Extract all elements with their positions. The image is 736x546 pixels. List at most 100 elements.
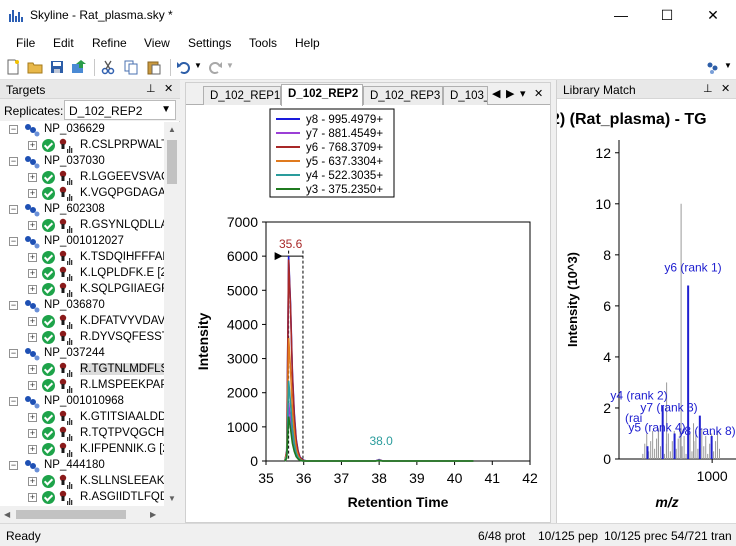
redo-dropdown-icon[interactable]: ▼ (226, 61, 234, 70)
protein-node[interactable]: − NP_001012027 (0, 234, 164, 250)
tab-close-icon[interactable]: ✕ (534, 87, 543, 100)
collapse-icon[interactable]: − (9, 349, 18, 358)
menu-help[interactable]: Help (295, 36, 320, 50)
targets-horizontal-scrollbar[interactable]: ◀ ▶ (0, 506, 180, 523)
legend-item[interactable]: y8 - 995.4979+ (306, 114, 383, 126)
peptide-node[interactable]: + K.DFATVYVDAV (0, 314, 164, 330)
expand-icon[interactable]: + (28, 173, 37, 182)
protein-node[interactable]: − NP_444180 (0, 458, 164, 474)
protein-node[interactable]: − NP_001010968 (0, 394, 164, 410)
cut-icon[interactable] (100, 59, 116, 75)
legend-item[interactable]: y7 - 881.4549+ (306, 128, 383, 140)
collapse-icon[interactable]: − (9, 205, 18, 214)
tab-scroll-left-icon[interactable]: ◀ (492, 87, 500, 100)
expand-icon[interactable]: + (28, 445, 37, 454)
legend-item[interactable]: y5 - 637.3304+ (306, 156, 383, 168)
save-icon[interactable] (49, 59, 65, 75)
scroll-up-icon[interactable]: ▲ (168, 125, 176, 134)
collapse-icon[interactable]: − (9, 461, 18, 470)
close-icon[interactable]: ✕ (721, 82, 730, 95)
legend-item[interactable]: y4 - 522.3035+ (306, 170, 383, 182)
peptide-node[interactable]: + K.IFPENNIK.G [2 (0, 442, 164, 458)
expand-icon[interactable]: + (28, 413, 37, 422)
scroll-right-icon[interactable]: ▶ (150, 510, 156, 519)
collapse-icon[interactable]: − (9, 237, 18, 246)
peptide-node[interactable]: + K.TSDQIHFFFAK (0, 250, 164, 266)
peptide-search-dropdown-icon[interactable]: ▼ (724, 61, 732, 70)
expand-icon[interactable]: + (28, 253, 37, 262)
tab-d-102-rep3[interactable]: D_102_REP3 (363, 86, 443, 105)
tab-scroll-right-icon[interactable]: ▶ (506, 87, 514, 100)
undo-icon[interactable] (176, 59, 192, 75)
expand-icon[interactable]: + (28, 333, 37, 342)
expand-icon[interactable]: + (28, 365, 37, 374)
close-icon[interactable]: ✕ (164, 82, 173, 95)
peptide-node[interactable]: + K.SLLNSLEEAKL (0, 474, 164, 490)
peptide-node[interactable]: + R.GSYNLQDLLA (0, 218, 164, 234)
collapse-icon[interactable]: − (9, 301, 18, 310)
legend-item[interactable]: y6 - 768.3709+ (306, 142, 383, 154)
peptide-node[interactable]: + K.SQLPGIIAEGR (0, 282, 164, 298)
tab-d-102-rep1[interactable]: D_102_REP1 (203, 86, 281, 105)
expand-icon[interactable]: + (28, 381, 37, 390)
close-button[interactable]: ✕ (690, 0, 736, 31)
protein-node[interactable]: − NP_037030 (0, 154, 164, 170)
peptide-node[interactable]: + R.ASGIIDTLFQD (0, 490, 164, 506)
tab-list-icon[interactable]: ▾ (520, 87, 526, 100)
scroll-left-icon[interactable]: ◀ (4, 510, 10, 519)
protein-node[interactable]: − NP_036870 (0, 298, 164, 314)
expand-icon[interactable]: + (28, 429, 37, 438)
copy-icon[interactable] (123, 59, 139, 75)
undo-dropdown-icon[interactable]: ▼ (194, 61, 202, 70)
peptide-node[interactable]: + R.LMSPEEKPAP (0, 378, 164, 394)
tab-d-103[interactable]: D_103_ (443, 86, 488, 105)
peptide-node[interactable]: + R.TQTPVQGCHL (0, 426, 164, 442)
chromatogram-chart[interactable]: 0 1000 2000 3000 4000 5000 6000 7000 35 36 37 38 39 4… (186, 106, 550, 523)
expand-icon[interactable]: + (28, 477, 37, 486)
tab-d-102-rep2[interactable]: D_102_REP2 (281, 84, 363, 106)
expand-icon[interactable]: + (28, 269, 37, 278)
protein-node[interactable]: − NP_036629 (0, 122, 164, 138)
menu-file[interactable]: File (16, 36, 35, 50)
menu-refine[interactable]: Refine (92, 36, 127, 50)
maximize-button[interactable]: ☐ (644, 0, 690, 31)
pin-icon[interactable]: ⊥ (703, 82, 713, 95)
minimize-button[interactable]: — (598, 0, 644, 31)
expand-icon[interactable]: + (28, 317, 37, 326)
publish-icon[interactable] (71, 59, 87, 75)
menu-tools[interactable]: Tools (249, 36, 277, 50)
peptide-search-icon[interactable] (706, 59, 722, 75)
peptide-node[interactable]: + R.DYVSQFESST (0, 330, 164, 346)
paste-icon[interactable] (146, 59, 162, 75)
chevron-down-icon[interactable]: ▼ (161, 104, 171, 115)
peptide-node[interactable]: + R.TGTNLMDFLS (0, 362, 164, 378)
menu-edit[interactable]: Edit (53, 36, 74, 50)
peptide-node[interactable]: + K.VGQPGDAGAA (0, 186, 164, 202)
scroll-down-icon[interactable]: ▼ (168, 494, 176, 503)
legend-item[interactable]: y3 - 375.2350+ (306, 184, 383, 196)
spectrum-chart[interactable]: 2) (Rat_plasma) - TG0246810121000Intensi… (557, 100, 736, 523)
open-folder-icon[interactable] (27, 59, 43, 75)
expand-icon[interactable]: + (28, 189, 37, 198)
pin-icon[interactable]: ⊥ (146, 82, 156, 95)
protein-node[interactable]: − NP_602308 (0, 202, 164, 218)
peptide-node[interactable]: + K.GTITSIAALDD (0, 410, 164, 426)
peptide-node[interactable]: + R.LGGEEVSVAC (0, 170, 164, 186)
new-file-icon[interactable] (5, 59, 21, 75)
collapse-icon[interactable]: − (9, 125, 18, 134)
expand-icon[interactable]: + (28, 221, 37, 230)
expand-icon[interactable]: + (28, 285, 37, 294)
expand-icon[interactable]: + (28, 493, 37, 502)
menu-settings[interactable]: Settings (188, 36, 231, 50)
targets-vertical-scrollbar[interactable]: ▲ ▼ (164, 122, 180, 506)
protein-node[interactable]: − NP_037244 (0, 346, 164, 362)
peptide-node[interactable]: + R.CSLPRPWALT (0, 138, 164, 154)
scrollbar-thumb[interactable] (16, 510, 126, 519)
redo-icon[interactable] (207, 59, 223, 75)
scrollbar-thumb[interactable] (167, 140, 177, 184)
expand-icon[interactable]: + (28, 141, 37, 150)
collapse-icon[interactable]: − (9, 397, 18, 406)
peptide-node[interactable]: + K.LQPLDFK.E [20 (0, 266, 164, 282)
replicates-dropdown[interactable]: D_102_REP2 ▼ (64, 100, 176, 120)
collapse-icon[interactable]: − (9, 157, 18, 166)
